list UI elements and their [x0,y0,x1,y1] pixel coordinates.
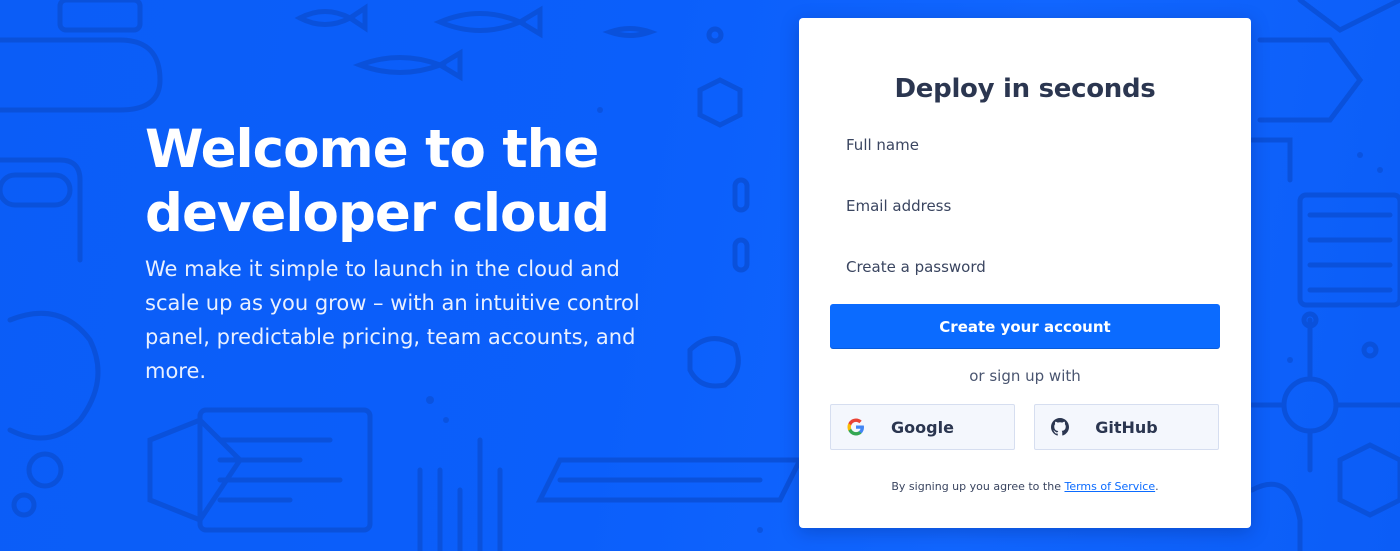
github-icon [1050,417,1070,437]
signup-title: Deploy in seconds [894,74,1156,104]
github-label: GitHub [1095,417,1158,437]
hero-title-line1: Welcome to the [145,119,599,180]
terms-notice: By signing up you agree to the Terms of … [799,480,1251,493]
terms-suffix: . [1155,480,1159,493]
terms-prefix: By signing up you agree to the [891,480,1065,493]
github-signup-button[interactable]: GitHub [1034,404,1219,450]
terms-of-service-link[interactable]: Terms of Service [1064,480,1155,493]
google-label: Google [891,417,954,437]
hero-subtitle: We make it simple to launch in the cloud… [145,257,640,383]
hero-title: Welcome to the developer cloud [145,118,665,246]
or-sign-up-with-text: or sign up with [969,367,1081,385]
hero-text: Welcome to the developer cloud We make i… [145,118,665,388]
google-icon [846,417,866,437]
signup-card: Deploy in seconds Create your account or… [799,18,1251,528]
hero-title-line2: developer cloud [145,183,610,244]
google-signup-button[interactable]: Google [830,404,1015,450]
email-field[interactable] [830,185,1220,227]
full-name-field[interactable] [830,124,1220,166]
create-account-button[interactable]: Create your account [830,304,1220,349]
password-field[interactable] [830,246,1220,288]
